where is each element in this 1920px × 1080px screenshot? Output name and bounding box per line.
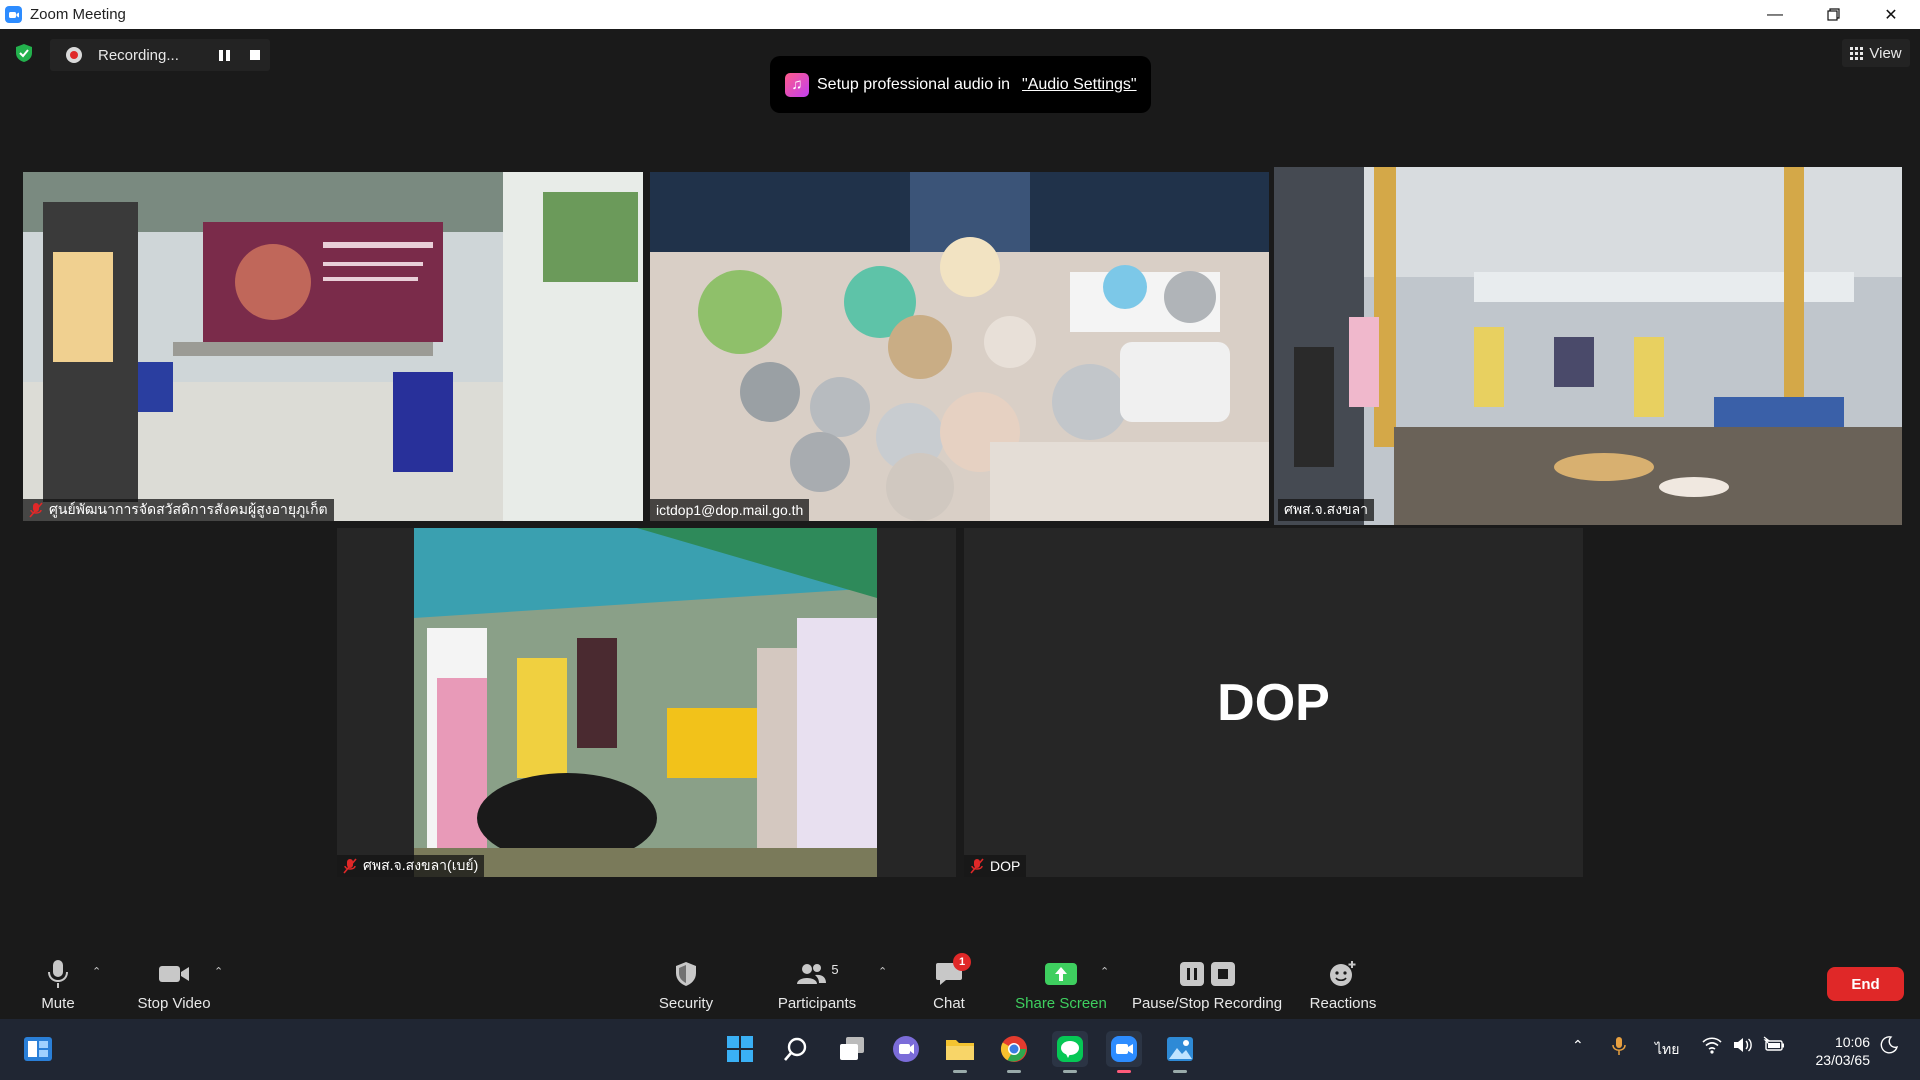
video-feed (650, 172, 1269, 521)
participant-name: ictdop1@dop.mail.go.th (656, 502, 804, 518)
video-feed (1274, 167, 1902, 525)
recording-dot-icon (66, 47, 82, 63)
video-tile-5[interactable]: DOP DOP (964, 528, 1583, 877)
wifi-icon[interactable] (1702, 1036, 1722, 1057)
search-icon[interactable] (778, 1031, 814, 1067)
clock-time: 10:06 (1834, 1034, 1870, 1050)
toast-text: Setup professional audio in (817, 75, 1011, 93)
chat-button[interactable]: 1 Chat (932, 953, 971, 1012)
participant-name-tag: ictdop1@dop.mail.go.th (650, 499, 810, 521)
participants-icon (797, 964, 827, 984)
minimize-button[interactable]: — (1746, 0, 1804, 29)
zoom-app-icon (5, 6, 22, 23)
volume-icon[interactable] (1733, 1036, 1753, 1057)
view-button[interactable]: View (1842, 39, 1910, 67)
chat-unread-badge: 1 (953, 953, 971, 971)
participant-name-tag: ศพส.จ.สงขลา(เบย์) (337, 855, 485, 877)
title-bar: Zoom Meeting — ✕ (0, 0, 1920, 29)
pause-stop-recording-button[interactable]: Pause/Stop Recording (1132, 957, 1282, 1012)
pause-icon (1179, 962, 1204, 986)
participant-count: 5 (831, 961, 839, 977)
teams-chat-icon[interactable] (888, 1031, 924, 1067)
grid-icon (1850, 46, 1864, 60)
video-tile-3-active-speaker[interactable]: ศพส.จ.สงขลา (1274, 167, 1902, 525)
clock-date: 23/03/65 (1815, 1052, 1871, 1068)
security-button[interactable]: Security (656, 957, 716, 1012)
restore-button[interactable] (1804, 0, 1862, 29)
stop-recording-button[interactable] (250, 50, 260, 60)
video-feed (23, 172, 643, 521)
participants-button[interactable]: 5 Participants (776, 957, 858, 1013)
mic-muted-icon (29, 502, 43, 518)
input-language-indicator[interactable]: ไทย (1655, 1039, 1679, 1061)
encryption-shield-icon[interactable] (14, 43, 34, 63)
zoom-taskbar-icon[interactable] (1106, 1031, 1142, 1073)
video-tile-2[interactable]: ictdop1@dop.mail.go.th (650, 172, 1269, 521)
participant-avatar-name: DOP (1217, 673, 1330, 732)
participant-name-tag: ศูนย์พัฒนาการจัดสวัสดิการสังคมผู้สูงอายุ… (23, 499, 334, 521)
window-title: Zoom Meeting (30, 6, 126, 23)
stop-icon (1210, 962, 1235, 986)
share-options-chevron-icon[interactable]: ⌃ (1100, 965, 1109, 978)
close-button[interactable]: ✕ (1862, 0, 1920, 29)
share-screen-arrow-icon (1045, 963, 1077, 985)
audio-settings-link[interactable]: "Audio Settings" (1022, 76, 1137, 94)
participant-name: ศพส.จ.สงขลา (1284, 501, 1369, 517)
video-options-chevron-icon[interactable]: ⌃ (214, 965, 223, 978)
participant-name: ศูนย์พัฒนาการจัดสวัสดิการสังคมผู้สูงอายุ… (49, 501, 328, 517)
end-meeting-button[interactable]: End (1827, 967, 1904, 1001)
pause-recording-button[interactable] (216, 47, 232, 63)
recording-indicator: Recording... (50, 39, 270, 71)
taskbar-clock[interactable]: 10:06 23/03/65 (1816, 1033, 1871, 1069)
video-tile-4[interactable]: ศพส.จ.สงขลา(เบย์) (337, 528, 956, 877)
shield-icon (676, 962, 696, 986)
chrome-icon[interactable] (996, 1031, 1032, 1073)
focus-moon-icon[interactable] (1880, 1036, 1899, 1057)
reactions-button[interactable]: Reactions (1308, 957, 1378, 1012)
participant-name: ศพส.จ.สงขลา(เบย์) (363, 857, 479, 873)
video-feed (337, 528, 956, 877)
photos-app-icon[interactable] (1162, 1031, 1198, 1073)
microphone-icon (48, 960, 68, 988)
participant-name: DOP (990, 858, 1021, 874)
meeting-toolbar: Mute ⌃ Stop Video ⌃ Security 5 Participa… (0, 943, 1920, 1019)
mic-muted-icon (343, 858, 357, 874)
task-view-icon[interactable] (834, 1031, 870, 1067)
meeting-area: Recording... View ♫ Setup professional a… (0, 29, 1920, 1018)
battery-icon[interactable] (1763, 1036, 1785, 1057)
participant-name-tag: ศพส.จ.สงขลา (1278, 499, 1375, 521)
video-tile-1[interactable]: ศูนย์พัฒนาการจัดสวัสดิการสังคมผู้สูงอายุ… (23, 172, 643, 521)
recording-label: Recording... (98, 46, 179, 64)
show-hidden-icons-chevron-icon[interactable]: ⌃ (1572, 1037, 1584, 1054)
widgets-icon[interactable] (20, 1031, 56, 1067)
view-label: View (1869, 44, 1902, 62)
participants-options-chevron-icon[interactable]: ⌃ (878, 965, 887, 978)
microphone-in-use-icon[interactable] (1612, 1036, 1626, 1059)
smiley-plus-icon (1330, 961, 1356, 986)
mic-muted-icon (970, 858, 984, 874)
audio-options-chevron-icon[interactable]: ⌃ (92, 965, 101, 978)
mute-button[interactable]: Mute (38, 957, 78, 1012)
stop-video-button[interactable]: Stop Video (136, 957, 212, 1012)
participant-name-tag: DOP (964, 855, 1027, 877)
share-screen-button[interactable]: Share Screen (1014, 957, 1108, 1012)
file-explorer-icon[interactable] (942, 1031, 978, 1073)
audio-settings-toast: ♫ Setup professional audio in "Audio Set… (770, 56, 1151, 113)
windows-start-icon[interactable] (722, 1031, 758, 1067)
music-note-icon: ♫ (785, 72, 809, 97)
windows-taskbar: ⌃ ไทย 10:06 23/03/65 (0, 1019, 1920, 1080)
video-camera-icon (159, 966, 189, 982)
line-app-icon[interactable] (1052, 1031, 1088, 1073)
